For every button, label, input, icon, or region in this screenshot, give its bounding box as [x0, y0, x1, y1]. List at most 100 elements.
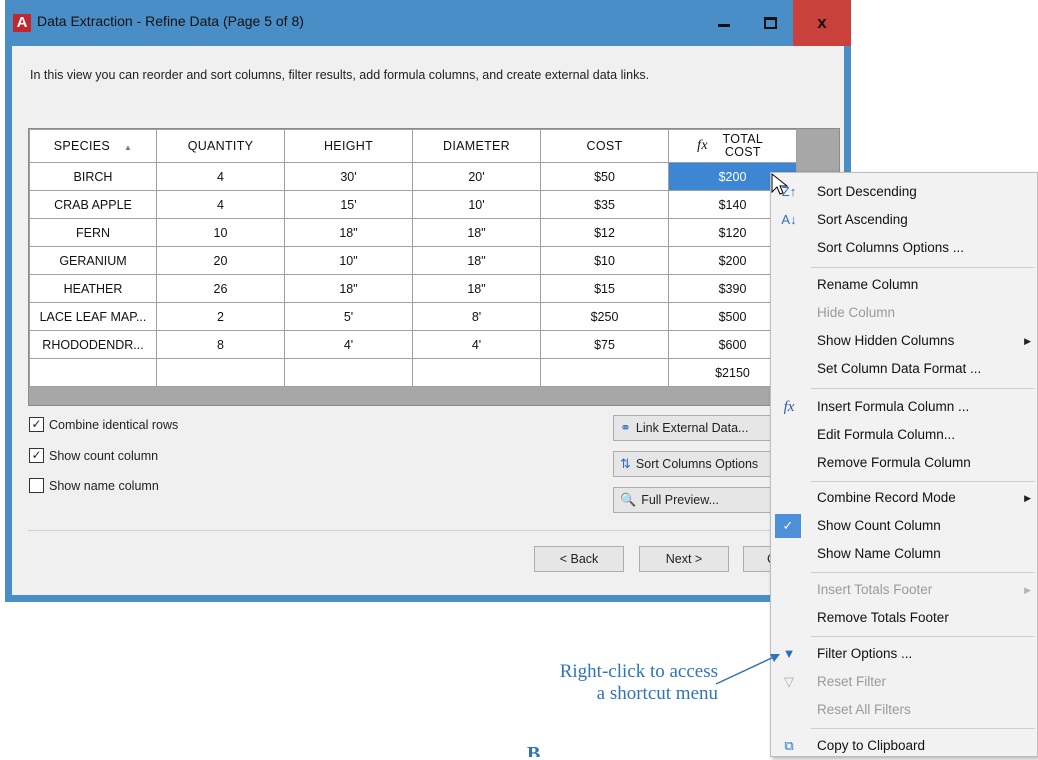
data-extraction-dialog: A Data Extraction - Refine Data (Page 5 … — [5, 0, 851, 602]
column-header-quantity[interactable]: QUANTITY — [156, 129, 285, 163]
table-cell[interactable]: FERN — [29, 218, 157, 247]
table-cell[interactable]: $35 — [540, 190, 669, 219]
sort-columns-options-button[interactable]: ⇅ Sort Columns Options — [613, 451, 771, 477]
menu-item-show-count-column[interactable]: ✓ Show Count Column — [771, 512, 1038, 540]
table-cell[interactable]: 8' — [412, 302, 541, 331]
table-cell[interactable]: 4 — [156, 162, 285, 191]
back-button[interactable]: < Back — [534, 546, 624, 572]
data-table: SPECIES ▲ QUANTITY HEIGHT DIAMETER COST f… — [29, 129, 797, 387]
table-cell[interactable]: 20' — [412, 162, 541, 191]
table-cell[interactable]: 10' — [412, 190, 541, 219]
page-description: In this view you can reorder and sort co… — [30, 68, 650, 82]
table-cell[interactable]: $10 — [540, 246, 669, 275]
column-header-height[interactable]: HEIGHT — [284, 129, 413, 163]
close-icon: x — [817, 13, 827, 32]
table-cell[interactable]: $12 — [540, 218, 669, 247]
table-row[interactable]: RHODODENDR... 8 4' 4' $75 $600 — [29, 330, 797, 359]
menu-item-remove-totals-footer[interactable]: Remove Totals Footer — [771, 604, 1038, 632]
show-name-column-label: Show name column — [49, 479, 159, 493]
table-cell[interactable]: $50 — [540, 162, 669, 191]
show-count-column-checkbox[interactable]: ✓ — [29, 448, 44, 464]
total-cost-label: TOTAL COST — [722, 132, 764, 159]
menu-item-show-hidden-columns[interactable]: Show Hidden Columns ▶ — [771, 327, 1038, 355]
table-cell[interactable]: 26 — [156, 274, 285, 303]
show-name-column-option[interactable]: Show name column — [29, 478, 159, 494]
table-cell[interactable]: 10 — [156, 218, 285, 247]
menu-item-show-name-column[interactable]: Show Name Column — [771, 540, 1038, 568]
table-cell[interactable]: 2 — [156, 302, 285, 331]
menu-item-sort-columns-options[interactable]: Sort Columns Options ... — [771, 234, 1038, 262]
table-cell[interactable]: 18" — [412, 218, 541, 247]
combine-identical-rows-checkbox[interactable]: ✓ — [29, 417, 44, 433]
table-cell[interactable]: GERANIUM — [29, 246, 157, 275]
submenu-arrow-icon: ▶ — [1024, 493, 1031, 503]
preview-icon: 🔍 — [620, 492, 637, 507]
menu-item-set-column-data-format[interactable]: Set Column Data Format ... — [771, 355, 1038, 383]
table-cell[interactable]: BIRCH — [29, 162, 157, 191]
menu-item-edit-formula-column[interactable]: Edit Formula Column... — [771, 421, 1038, 449]
table-row[interactable]: GERANIUM 20 10" 18" $10 $200 — [29, 246, 797, 275]
table-cell[interactable]: CRAB APPLE — [29, 190, 157, 219]
maximize-button[interactable] — [747, 0, 793, 46]
autocad-app-icon: A — [13, 14, 31, 32]
table-cell[interactable]: 18" — [412, 246, 541, 275]
table-cell[interactable]: $15 — [540, 274, 669, 303]
column-header-cost[interactable]: COST — [540, 129, 669, 163]
table-cell[interactable]: HEATHER — [29, 274, 157, 303]
table-row[interactable]: BIRCH 4 30' 20' $50 $200 — [29, 162, 797, 191]
menu-item-reset-all-filters: Reset All Filters — [817, 702, 911, 717]
minimize-button[interactable] — [701, 0, 747, 46]
table-row[interactable]: FERN 10 18" 18" $12 $120 — [29, 218, 797, 247]
column-header-total-cost[interactable]: fx TOTAL COST — [668, 129, 797, 163]
menu-item-insert-totals-footer: Insert Totals Footer ▶ — [771, 576, 1038, 604]
table-cell[interactable]: 4 — [156, 190, 285, 219]
submenu-arrow-icon: ▶ — [1024, 585, 1031, 595]
column-header-diameter[interactable]: DIAMETER — [412, 129, 541, 163]
annotation-line-1: Right-click to access — [559, 661, 718, 682]
totals-footer-row: $2150 — [29, 358, 797, 387]
menu-item-copy-to-clipboard[interactable]: ⧉ Copy to Clipboard — [771, 732, 1038, 760]
table-cell[interactable]: 4' — [284, 330, 413, 359]
submenu-arrow-icon: ▶ — [1024, 336, 1031, 346]
table-cell[interactable]: 10" — [284, 246, 413, 275]
menu-item-remove-formula-column[interactable]: Remove Formula Column — [771, 449, 1038, 477]
table-cell[interactable]: 20 — [156, 246, 285, 275]
combine-identical-rows-option[interactable]: ✓ Combine identical rows — [29, 417, 178, 433]
table-cell[interactable]: 5' — [284, 302, 413, 331]
maximize-icon — [763, 16, 777, 29]
menu-item-sort-ascending[interactable]: A↓ Sort Ascending — [771, 206, 1038, 234]
minimize-icon — [718, 24, 730, 28]
next-button[interactable]: Next > — [639, 546, 729, 572]
column-header-species[interactable]: SPECIES ▲ — [29, 129, 157, 163]
table-cell[interactable]: 18" — [284, 274, 413, 303]
table-cell[interactable]: LACE LEAF MAP... — [29, 302, 157, 331]
menu-item-combine-record-mode[interactable]: Combine Record Mode ▶ — [771, 484, 1038, 512]
table-row[interactable]: HEATHER 26 18" 18" $15 $390 — [29, 274, 797, 303]
data-grid[interactable]: SPECIES ▲ QUANTITY HEIGHT DIAMETER COST f… — [28, 128, 840, 406]
menu-separator — [811, 728, 1035, 729]
table-cell[interactable]: 18" — [412, 274, 541, 303]
show-count-column-option[interactable]: ✓ Show count column — [29, 448, 158, 464]
link-external-data-button[interactable]: ⚭ Link External Data... — [613, 415, 771, 441]
mouse-cursor-icon — [771, 172, 789, 195]
table-cell[interactable]: 15' — [284, 190, 413, 219]
table-cell[interactable]: 4' — [412, 330, 541, 359]
table-cell[interactable]: 18" — [284, 218, 413, 247]
close-button[interactable]: x — [793, 0, 851, 46]
show-name-column-checkbox[interactable] — [29, 478, 44, 494]
menu-item-insert-formula-column[interactable]: fx Insert Formula Column ... — [771, 393, 1038, 421]
table-cell[interactable]: RHODODENDR... — [29, 330, 157, 359]
menu-item-rename-column[interactable]: Rename Column — [771, 271, 1038, 299]
title-bar[interactable]: A Data Extraction - Refine Data (Page 5 … — [5, 0, 851, 46]
table-cell[interactable]: 8 — [156, 330, 285, 359]
table-cell[interactable]: $250 — [540, 302, 669, 331]
table-row[interactable]: CRAB APPLE 4 15' 10' $35 $140 — [29, 190, 797, 219]
context-menu: Z↑ Sort Descending A↓ Sort Ascending Sort … — [770, 172, 1038, 757]
menu-item-sort-descending[interactable]: Z↑ Sort Descending — [771, 178, 1038, 206]
menu-item-filter-options[interactable]: ▼ Filter Options ... — [771, 640, 1038, 668]
table-cell[interactable]: 30' — [284, 162, 413, 191]
full-preview-button[interactable]: 🔍 Full Preview... — [613, 487, 771, 513]
table-row[interactable]: LACE LEAF MAP... 2 5' 8' $250 $500 — [29, 302, 797, 331]
table-cell[interactable]: $75 — [540, 330, 669, 359]
footer-cell — [412, 358, 541, 387]
